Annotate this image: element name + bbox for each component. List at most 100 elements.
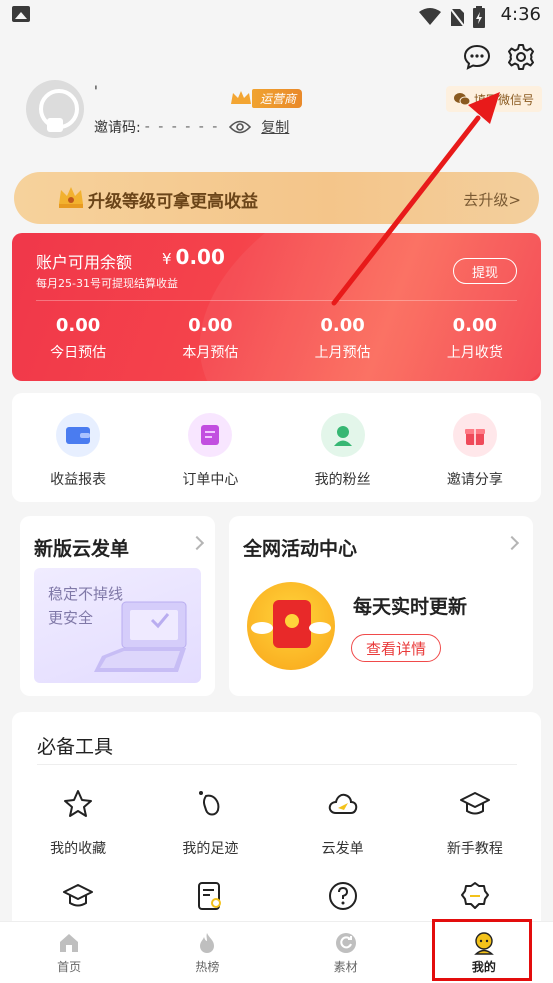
footprint-icon	[199, 791, 220, 816]
balance-label: 账户可用余额	[36, 253, 133, 272]
red-packet-icon	[247, 582, 335, 670]
wing-left	[251, 622, 273, 634]
quick-item-order-center[interactable]: 订单中心	[144, 393, 276, 502]
eye-icon[interactable]	[229, 119, 252, 135]
invite-label: 邀请码:	[94, 120, 141, 136]
settings-gear-icon[interactable]	[506, 42, 536, 72]
upgrade-link[interactable]: 去升级>	[463, 189, 521, 210]
nav-home[interactable]: 首页	[0, 922, 138, 983]
cloud-card-title: 新版云发单	[34, 538, 130, 560]
nav-label: 素材	[333, 959, 358, 974]
home-icon	[60, 933, 79, 952]
nav-label: 首页	[57, 959, 82, 974]
stat-today[interactable]: 0.00 今日预估	[12, 315, 144, 362]
invite-code: - - - - - -	[144, 119, 220, 135]
laptop-icon	[94, 601, 187, 672]
stat-this-month[interactable]: 0.00 本月预估	[144, 315, 276, 362]
nav-hot-list[interactable]: 热榜	[138, 922, 276, 983]
quick-item-invite-share[interactable]: 邀请分享	[409, 393, 541, 502]
avatar[interactable]	[26, 80, 84, 138]
divider	[37, 764, 517, 765]
wing-right	[309, 622, 331, 634]
quick-menu: 收益报表 订单中心 我的粉丝 邀请分享	[12, 393, 541, 502]
balance-amount: ¥0.00	[162, 245, 225, 269]
tool-cloud-send[interactable]: 云发单	[277, 788, 409, 880]
gift-icon	[452, 413, 497, 457]
tools-title: 必备工具	[37, 736, 114, 758]
help-icon	[328, 882, 357, 910]
fill-wechat-button[interactable]: 填写微信号	[446, 86, 542, 112]
highlight-box	[432, 919, 532, 981]
nav-label: 热榜	[195, 959, 220, 974]
balance-value: 0.00	[175, 245, 225, 269]
tool-footprint[interactable]: 我的足迹	[144, 788, 276, 880]
activity-center-card[interactable]: 全网活动中心 每天实时更新 查看详情	[229, 516, 533, 696]
operator-badge: 运营商	[230, 88, 303, 108]
badge-icon	[460, 882, 489, 909]
quick-item-my-fans[interactable]: 我的粉丝	[277, 393, 409, 502]
tool-tutorial[interactable]: 新手教程	[409, 788, 541, 880]
document-search-icon	[198, 882, 222, 910]
chevron-right-icon	[504, 535, 520, 551]
upgrade-banner[interactable]: 升级等级可拿更高收益 去升级>	[14, 172, 539, 224]
message-icon[interactable]	[462, 42, 492, 72]
status-icons	[419, 6, 485, 28]
stat-label: 本月预估	[182, 345, 239, 361]
quick-item-label: 邀请分享	[446, 472, 503, 488]
stat-value: 0.00	[188, 315, 233, 336]
view-details-button[interactable]: 查看详情	[351, 634, 441, 662]
graduation-cap-icon	[459, 792, 490, 815]
stat-label: 上月收货	[446, 345, 503, 361]
red-packet-bag	[273, 600, 311, 648]
wallet-icon	[56, 413, 101, 457]
graduation-cap-icon	[63, 884, 94, 907]
earnings-stats: 0.00 今日预估 0.00 本月预估 0.00 上月预估 0.00 上月收货	[12, 315, 541, 362]
balance-card: 账户可用余额 ¥0.00 每月25-31号可提现结算收益 提现 0.00 今日预估…	[12, 233, 541, 381]
quick-item-label: 我的粉丝	[314, 472, 371, 488]
crown-icon	[59, 187, 83, 208]
wechat-icon	[453, 93, 470, 106]
tool-label: 云发单	[321, 841, 364, 857]
nav-material[interactable]: 素材	[277, 922, 415, 983]
cloud-send-card[interactable]: 新版云发单 稳定不掉线 更安全	[20, 516, 215, 696]
stat-value: 0.00	[320, 315, 365, 336]
divider	[36, 300, 517, 301]
username: '	[94, 84, 98, 100]
stat-label: 上月预估	[314, 345, 371, 361]
invite-row: 邀请码: - - - - - - 复制	[94, 117, 289, 137]
chevron-right-icon	[189, 535, 205, 551]
quick-item-label: 收益报表	[50, 472, 107, 488]
flame-icon	[200, 932, 215, 953]
withdraw-button[interactable]: 提现	[453, 258, 517, 284]
fans-icon	[320, 413, 365, 457]
no-sim-icon	[449, 7, 465, 27]
activity-headline: 每天实时更新	[353, 596, 468, 618]
stat-value: 0.00	[55, 315, 101, 336]
star-icon	[64, 790, 93, 817]
upgrade-text: 升级等级可拿更高收益	[88, 192, 258, 212]
essential-tools: 必备工具 我的收藏 我的足迹 云发单 新手教程	[12, 712, 541, 942]
tool-label: 我的足迹	[182, 841, 239, 857]
stat-value: 0.00	[452, 315, 498, 336]
material-icon	[335, 932, 356, 953]
copy-link[interactable]: 复制	[261, 117, 289, 137]
stat-last-month-received[interactable]: 0.00 上月收货	[409, 315, 541, 362]
quick-item-earnings-report[interactable]: 收益报表	[12, 393, 144, 502]
tool-label: 新手教程	[446, 841, 503, 857]
tool-label: 我的收藏	[50, 841, 107, 857]
cloud-send-icon	[328, 793, 357, 814]
status-time: 4:36	[500, 4, 541, 25]
battery-icon	[473, 6, 485, 28]
activity-card-title: 全网活动中心	[243, 538, 358, 560]
order-icon	[188, 413, 233, 457]
tool-favorites[interactable]: 我的收藏	[12, 788, 144, 880]
quick-item-label: 订单中心	[182, 472, 239, 488]
currency-symbol: ¥	[162, 250, 172, 268]
crown-icon	[231, 91, 251, 104]
stat-last-month[interactable]: 0.00 上月预估	[277, 315, 409, 362]
badge-label: 运营商	[252, 88, 303, 108]
withdraw-note: 每月25-31号可提现结算收益	[36, 277, 178, 290]
fill-wechat-label: 填写微信号	[473, 92, 534, 107]
stat-label: 今日预估	[50, 345, 107, 361]
wifi-icon	[419, 8, 441, 25]
